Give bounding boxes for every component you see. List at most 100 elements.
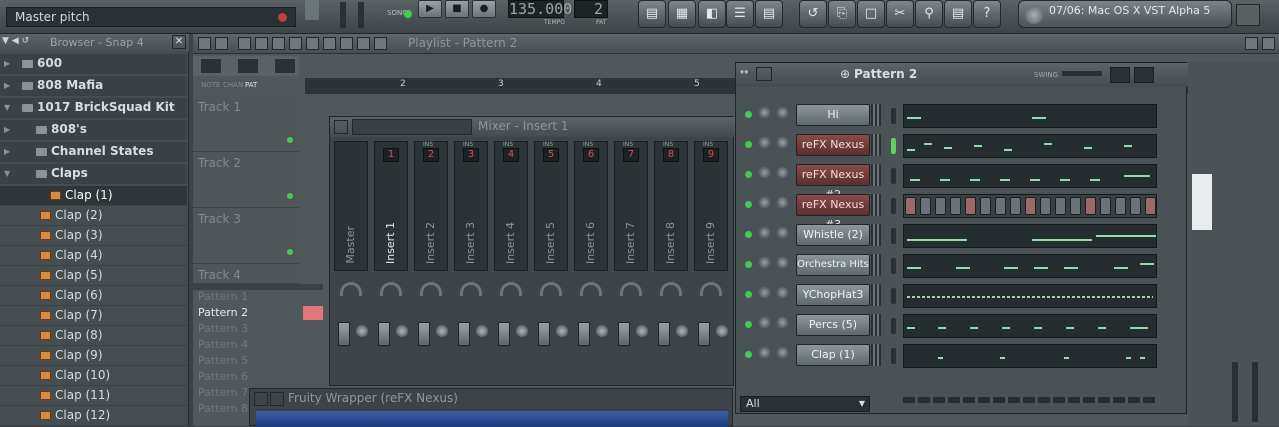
pan-knob[interactable]: [758, 346, 771, 359]
step-sequencer-icon[interactable]: ▦: [668, 0, 696, 28]
tab-note[interactable]: NOTE: [201, 81, 220, 89]
pattern-mode-icon[interactable]: [275, 59, 295, 73]
right-fader[interactable]: [1252, 362, 1258, 422]
pattern-title[interactable]: Pattern 2: [854, 67, 917, 81]
channel-button[interactable]: Orchestra Hits: [796, 254, 870, 276]
track-header[interactable]: Track 2: [193, 152, 299, 208]
stereo-separation-knob[interactable]: [700, 282, 722, 296]
browser-window-icon[interactable]: ☰: [726, 0, 754, 28]
tab-pat[interactable]: PAT: [245, 81, 257, 89]
stereo-separation-knob[interactable]: [340, 282, 362, 296]
pan-knob[interactable]: [758, 286, 771, 299]
volume-knob[interactable]: [776, 286, 789, 299]
channel-led[interactable]: [745, 171, 752, 178]
pan-knob[interactable]: [356, 325, 368, 337]
stereo-separation-knob[interactable]: [420, 282, 442, 296]
channel-select-led[interactable]: [891, 168, 896, 184]
channel-select-led[interactable]: [891, 198, 896, 214]
pan-knob[interactable]: [396, 325, 408, 337]
pattern-item-selected[interactable]: Pattern 2: [193, 306, 299, 322]
pattern-item[interactable]: Pattern 4: [193, 338, 299, 354]
browser-file[interactable]: Clap (11): [0, 386, 187, 406]
stereo-separation-knob[interactable]: [540, 282, 562, 296]
volume-fader[interactable]: [418, 322, 430, 346]
browser-file[interactable]: Clap (4): [0, 246, 187, 266]
pattern-item[interactable]: Pattern 3: [193, 322, 299, 338]
expand-icon[interactable]: ▶: [4, 142, 10, 161]
pan-knob[interactable]: [476, 325, 488, 337]
song-mode-led[interactable]: [404, 10, 412, 18]
mixer-strip[interactable]: INS 5 Insert 5: [534, 141, 568, 271]
pattern-item[interactable]: Pattern 5: [193, 354, 299, 370]
channel-grip[interactable]: [871, 104, 881, 126]
browser-file[interactable]: Clap (5): [0, 266, 187, 286]
wrapper-settings-icon[interactable]: [270, 392, 284, 406]
pan-knob[interactable]: [516, 325, 528, 337]
volume-fader[interactable]: [578, 322, 590, 346]
play-button[interactable]: ▶: [418, 0, 442, 18]
plugin-picker-menu-button[interactable]: [1236, 4, 1260, 26]
brush-icon[interactable]: [255, 37, 268, 50]
mixer-strip[interactable]: Master: [334, 141, 368, 271]
zoom-icon[interactable]: ⚲: [915, 0, 943, 28]
channel-button[interactable]: reFX Nexus #3: [796, 194, 870, 231]
channel-select-led[interactable]: [891, 228, 896, 244]
piano-keyboard[interactable]: [1192, 174, 1212, 230]
volume-fader[interactable]: [378, 322, 390, 346]
channel-led[interactable]: [745, 261, 752, 268]
channel-grip[interactable]: [871, 224, 881, 246]
delete-icon[interactable]: [272, 37, 285, 50]
browser-file[interactable]: Clap (8): [0, 326, 187, 346]
mini-piano-roll[interactable]: [903, 134, 1157, 158]
plugin-interface[interactable]: [256, 411, 728, 427]
help-icon[interactable]: ?: [973, 0, 1001, 28]
volume-fader[interactable]: [338, 322, 350, 346]
browser-file[interactable]: Clap (10): [0, 366, 187, 386]
close-icon[interactable]: ✕: [172, 35, 186, 49]
channel-button[interactable]: Hi: [796, 104, 870, 126]
expand-icon[interactable]: ▶: [4, 76, 10, 95]
master-pitch-slider[interactable]: [358, 2, 364, 28]
channel-button[interactable]: YChopHat3: [796, 284, 870, 306]
browser-menu-icon[interactable]: ▼ ◀ ↺: [2, 36, 29, 46]
channel-filter-dropdown[interactable]: All ▼: [740, 396, 870, 412]
browser-file-selected[interactable]: Clap (1): [0, 186, 187, 206]
mixer-drag-handle[interactable]: [352, 119, 472, 135]
playlist-menu-icon[interactable]: [198, 37, 211, 50]
pan-knob[interactable]: [676, 325, 688, 337]
pan-knob[interactable]: [436, 325, 448, 337]
track-led[interactable]: [287, 193, 293, 199]
slip-icon[interactable]: [306, 37, 319, 50]
pan-knob[interactable]: [758, 166, 771, 179]
mixer-menu-icon[interactable]: [334, 120, 348, 134]
track-led[interactable]: [287, 249, 293, 255]
mini-piano-roll[interactable]: [903, 344, 1157, 368]
tempo-display[interactable]: 135.000: [508, 0, 572, 18]
expand-icon[interactable]: ▼: [4, 164, 10, 183]
channel-led[interactable]: [745, 201, 752, 208]
close-icon[interactable]: [1262, 37, 1275, 50]
channel-grip[interactable]: [871, 164, 881, 186]
pencil-icon[interactable]: [238, 37, 251, 50]
stereo-separation-knob[interactable]: [500, 282, 522, 296]
browser-folder[interactable]: ▼ Claps: [0, 164, 187, 184]
pan-knob[interactable]: [758, 256, 771, 269]
add-pattern-icon[interactable]: ⊕: [840, 67, 850, 81]
pan-knob[interactable]: [758, 136, 771, 149]
wrapper-menu-icon[interactable]: [254, 392, 268, 406]
channel-button[interactable]: Whistle (2): [796, 224, 870, 246]
volume-fader[interactable]: [458, 322, 470, 346]
slice-icon[interactable]: [323, 37, 336, 50]
mixer-strip[interactable]: INS 4 Insert 4: [494, 141, 528, 271]
mini-piano-roll[interactable]: [903, 314, 1157, 338]
pattern-item[interactable]: Pattern 1: [193, 290, 299, 306]
pan-knob[interactable]: [758, 196, 771, 209]
volume-fader[interactable]: [658, 322, 670, 346]
mute-icon[interactable]: [289, 37, 302, 50]
channel-button[interactable]: reFX Nexus #2: [796, 164, 870, 201]
channel-grip[interactable]: [871, 194, 881, 216]
channel-led[interactable]: [745, 231, 752, 238]
master-volume-slider[interactable]: [340, 2, 346, 28]
channel-button[interactable]: Percs (5): [796, 314, 870, 336]
pan-knob[interactable]: [716, 325, 728, 337]
